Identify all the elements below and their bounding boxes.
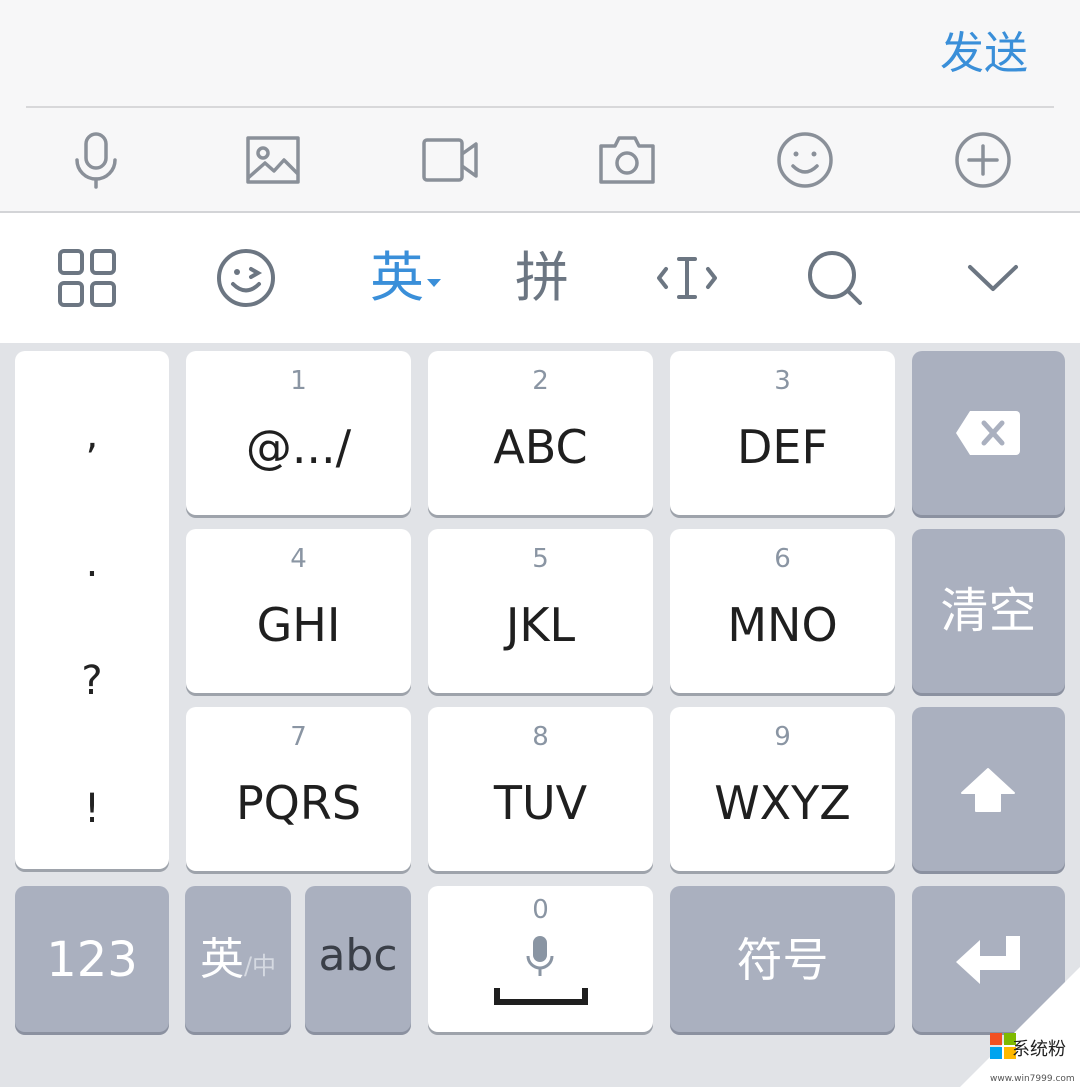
space-bar-icon	[494, 988, 588, 1005]
key-label: WXYZ	[714, 776, 851, 830]
key-number: 3	[774, 366, 791, 396]
key-number: 7	[290, 722, 307, 752]
key-label: @.../	[245, 420, 352, 474]
key-number: 9	[774, 722, 791, 752]
compose-bar: 发送	[0, 0, 1080, 108]
key-number: 5	[532, 544, 549, 574]
collapse-keyboard-icon[interactable]	[962, 243, 1024, 313]
watermark-logo: 系统粉 www.win7999.com	[960, 967, 1080, 1087]
attachment-toolbar	[0, 108, 1080, 213]
key-9[interactable]: 9 WXYZ	[670, 707, 895, 871]
key-2[interactable]: 2 ABC	[428, 351, 653, 515]
clear-label: 清空	[940, 583, 1037, 639]
symbols-label: 符号	[736, 933, 829, 987]
punct-question[interactable]: ?	[15, 659, 169, 703]
numbers-key[interactable]: 123	[15, 886, 169, 1032]
shift-arrow-icon	[961, 768, 1015, 812]
keyboard: , . ? ! 1 @.../ 2 ABC 3 DEF 4 GHI 5 JKL …	[0, 343, 1080, 1087]
key-number: 8	[532, 722, 549, 752]
watermark-site-name: 系统粉	[1012, 1039, 1066, 1060]
punct-period[interactable]: .	[15, 541, 169, 585]
language-switch-key[interactable]: 英/中	[185, 886, 291, 1032]
grid-menu-icon[interactable]	[56, 243, 118, 313]
key-5[interactable]: 5 JKL	[428, 529, 653, 693]
backspace-icon	[956, 411, 1020, 455]
key-label: PQRS	[235, 776, 362, 830]
key-number: 6	[774, 544, 791, 574]
key-number: 4	[290, 544, 307, 574]
key-label: TUV	[493, 776, 588, 830]
language-main-label: 英	[199, 934, 244, 985]
voice-input-icon	[526, 936, 554, 976]
key-number: 0	[532, 895, 549, 925]
key-label: JKL	[505, 598, 576, 652]
language-sub-label: /中	[243, 952, 277, 980]
camera-icon[interactable]	[597, 130, 657, 190]
punct-exclamation[interactable]: !	[15, 787, 169, 831]
send-button[interactable]: 发送	[940, 28, 1028, 80]
key-4[interactable]: 4 GHI	[186, 529, 411, 693]
key-label: MNO	[727, 598, 838, 652]
dropdown-caret-icon	[427, 279, 441, 287]
key-7[interactable]: 7 PQRS	[186, 707, 411, 871]
key-1[interactable]: 1 @.../	[186, 351, 411, 515]
search-icon[interactable]	[804, 243, 866, 313]
shift-key[interactable]	[912, 707, 1065, 871]
ime-function-bar: 英 拼	[0, 213, 1080, 343]
english-mode-label: 英	[370, 246, 424, 309]
key-label: GHI	[256, 598, 341, 652]
wink-emoji-icon[interactable]	[215, 243, 277, 313]
image-icon[interactable]	[243, 130, 303, 190]
pinyin-mode-toggle[interactable]: 拼	[512, 243, 572, 313]
space-key[interactable]: 0	[428, 886, 653, 1032]
key-label: DEF	[737, 420, 828, 474]
punctuation-column[interactable]: , . ? !	[15, 351, 169, 869]
pinyin-mode-label: 拼	[515, 246, 569, 309]
clear-key[interactable]: 清空	[912, 529, 1065, 693]
backspace-key[interactable]	[912, 351, 1065, 515]
watermark-site-url: www.win7999.com	[990, 1074, 1075, 1084]
symbols-key[interactable]: 符号	[670, 886, 895, 1032]
abc-label: abc	[318, 930, 398, 981]
cursor-move-icon[interactable]	[656, 243, 718, 313]
key-6[interactable]: 6 MNO	[670, 529, 895, 693]
microphone-icon[interactable]	[66, 130, 126, 190]
key-8[interactable]: 8 TUV	[428, 707, 653, 871]
punct-comma[interactable]: ,	[15, 413, 169, 457]
language-switch-labels: 英/中	[185, 932, 291, 997]
numbers-label: 123	[46, 932, 138, 988]
abc-key[interactable]: abc	[305, 886, 411, 1032]
key-number: 2	[532, 366, 549, 396]
key-label: ABC	[493, 420, 588, 474]
plus-icon[interactable]	[953, 130, 1013, 190]
key-number: 1	[290, 366, 307, 396]
english-mode-toggle[interactable]: 英	[366, 243, 446, 313]
video-icon[interactable]	[420, 130, 480, 190]
key-3[interactable]: 3 DEF	[670, 351, 895, 515]
emoji-icon[interactable]	[775, 130, 835, 190]
